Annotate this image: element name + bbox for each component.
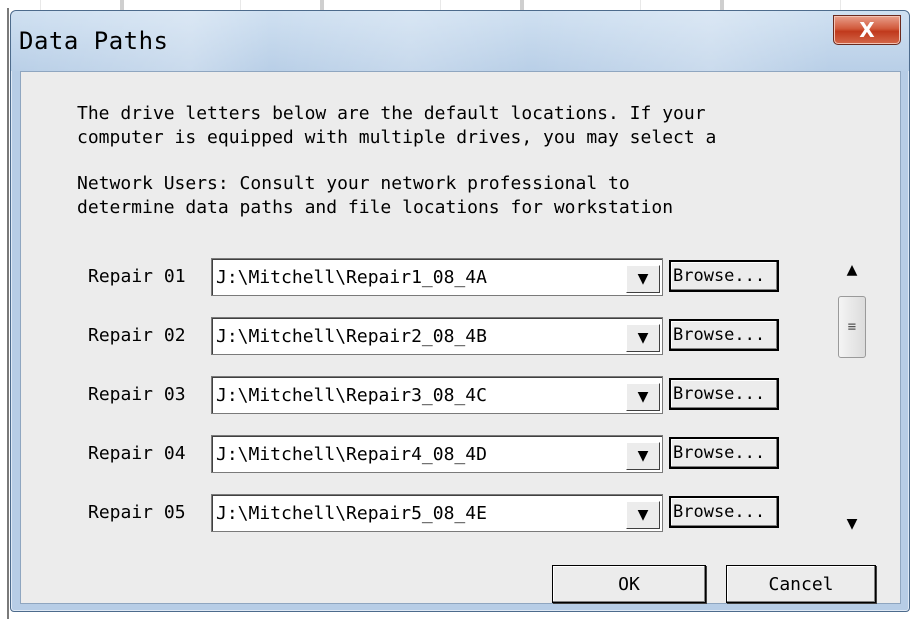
path-value: J:\Mitchell\Repair5_08_4E bbox=[216, 503, 487, 524]
browse-button[interactable]: Browse... bbox=[669, 378, 779, 410]
browse-button[interactable]: Browse... bbox=[669, 437, 779, 469]
chevron-down-icon[interactable]: ▼ bbox=[626, 501, 660, 529]
dialog-client-area: The drive letters below are the default … bbox=[20, 71, 901, 604]
path-label: Repair 05 bbox=[88, 502, 186, 523]
close-button[interactable]: X bbox=[833, 15, 901, 45]
browse-button[interactable]: Browse... bbox=[669, 319, 779, 351]
path-value: J:\Mitchell\Repair1_08_4A bbox=[216, 267, 487, 288]
scrollbar-thumb[interactable]: ≡ bbox=[838, 296, 866, 358]
path-combobox[interactable]: J:\Mitchell\Repair3_08_4C ▼ bbox=[211, 376, 663, 414]
description-paragraph-2: Network Users: Consult your network prof… bbox=[77, 173, 674, 222]
path-label: Repair 02 bbox=[88, 325, 186, 346]
path-row-repair-03: Repair 03 J:\Mitchell\Repair3_08_4C ▼ Br… bbox=[21, 376, 821, 416]
path-label: Repair 01 bbox=[88, 266, 186, 287]
path-value: J:\Mitchell\Repair2_08_4B bbox=[216, 326, 487, 347]
browse-button[interactable]: Browse... bbox=[669, 496, 779, 528]
cancel-button[interactable]: Cancel bbox=[726, 565, 876, 603]
path-combobox[interactable]: J:\Mitchell\Repair1_08_4A ▼ bbox=[211, 258, 663, 296]
arrow-down-icon[interactable]: ▼ bbox=[840, 512, 864, 536]
vertical-scrollbar[interactable]: ▲ ≡ ▼ bbox=[834, 252, 870, 542]
path-row-repair-04: Repair 04 J:\Mitchell\Repair4_08_4D ▼ Br… bbox=[21, 435, 821, 475]
path-row-repair-01: Repair 01 J:\Mitchell\Repair1_08_4A ▼ Br… bbox=[21, 258, 821, 298]
path-label: Repair 04 bbox=[88, 443, 186, 464]
path-row-repair-05: Repair 05 J:\Mitchell\Repair5_08_4E ▼ Br… bbox=[21, 494, 821, 534]
path-combobox[interactable]: J:\Mitchell\Repair2_08_4B ▼ bbox=[211, 317, 663, 355]
chevron-down-icon[interactable]: ▼ bbox=[626, 265, 660, 293]
chevron-down-icon[interactable]: ▼ bbox=[626, 324, 660, 352]
path-combobox[interactable]: J:\Mitchell\Repair4_08_4D ▼ bbox=[211, 435, 663, 473]
chevron-down-icon[interactable]: ▼ bbox=[626, 442, 660, 470]
path-value: J:\Mitchell\Repair4_08_4D bbox=[216, 444, 487, 465]
close-icon: X bbox=[859, 18, 875, 42]
grip-icon: ≡ bbox=[847, 319, 857, 335]
ok-button[interactable]: OK bbox=[552, 565, 706, 603]
window-title: Data Paths bbox=[19, 27, 169, 55]
path-label: Repair 03 bbox=[88, 384, 186, 405]
path-combobox[interactable]: J:\Mitchell\Repair5_08_4E ▼ bbox=[211, 494, 663, 532]
chevron-down-icon[interactable]: ▼ bbox=[626, 383, 660, 411]
browse-button[interactable]: Browse... bbox=[669, 260, 779, 292]
arrow-up-icon[interactable]: ▲ bbox=[840, 258, 864, 282]
description-paragraph-1: The drive letters below are the default … bbox=[77, 103, 717, 152]
data-paths-dialog: Data Paths X The drive letters below are… bbox=[10, 10, 910, 612]
path-value: J:\Mitchell\Repair3_08_4C bbox=[216, 385, 487, 406]
path-row-repair-02: Repair 02 J:\Mitchell\Repair2_08_4B ▼ Br… bbox=[21, 317, 821, 357]
title-bar[interactable]: Data Paths X bbox=[11, 11, 909, 71]
left-edge-line bbox=[7, 8, 9, 619]
